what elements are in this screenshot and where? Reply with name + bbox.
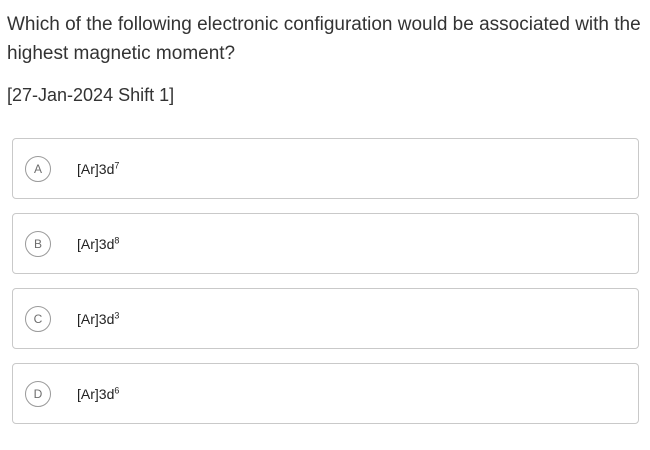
option-a[interactable]: A [Ar]3d7 — [12, 138, 639, 199]
question-page: Which of the following electronic config… — [0, 0, 650, 450]
option-text-a: [Ar]3d7 — [77, 159, 119, 179]
option-text-b: [Ar]3d8 — [77, 234, 119, 254]
option-c[interactable]: C [Ar]3d3 — [12, 288, 639, 349]
option-badge-a: A — [25, 155, 51, 182]
option-b[interactable]: B [Ar]3d8 — [12, 213, 639, 274]
option-text-c: [Ar]3d3 — [77, 309, 119, 329]
option-superscript-c: 3 — [114, 309, 120, 320]
options-list: A [Ar]3d7 B [Ar]3d8 C [Ar]3d3 D [Ar]3d6 — [12, 138, 639, 438]
question-text: Which of the following electronic config… — [7, 14, 641, 64]
option-superscript-b: 8 — [114, 234, 120, 245]
option-superscript-d: 6 — [114, 384, 120, 395]
option-base-d: [Ar]3d — [77, 385, 115, 402]
exam-tag: [27-Jan-2024 Shift 1] — [7, 85, 175, 105]
option-superscript-a: 7 — [114, 159, 120, 170]
option-base-c: [Ar]3d — [77, 310, 115, 327]
option-d[interactable]: D [Ar]3d6 — [12, 363, 639, 424]
option-text-d: [Ar]3d6 — [77, 384, 119, 404]
option-base-a: [Ar]3d — [77, 160, 115, 177]
option-base-b: [Ar]3d — [77, 235, 115, 252]
option-badge-b: B — [25, 230, 51, 257]
option-badge-c: C — [25, 305, 51, 332]
option-badge-d: D — [25, 380, 51, 407]
